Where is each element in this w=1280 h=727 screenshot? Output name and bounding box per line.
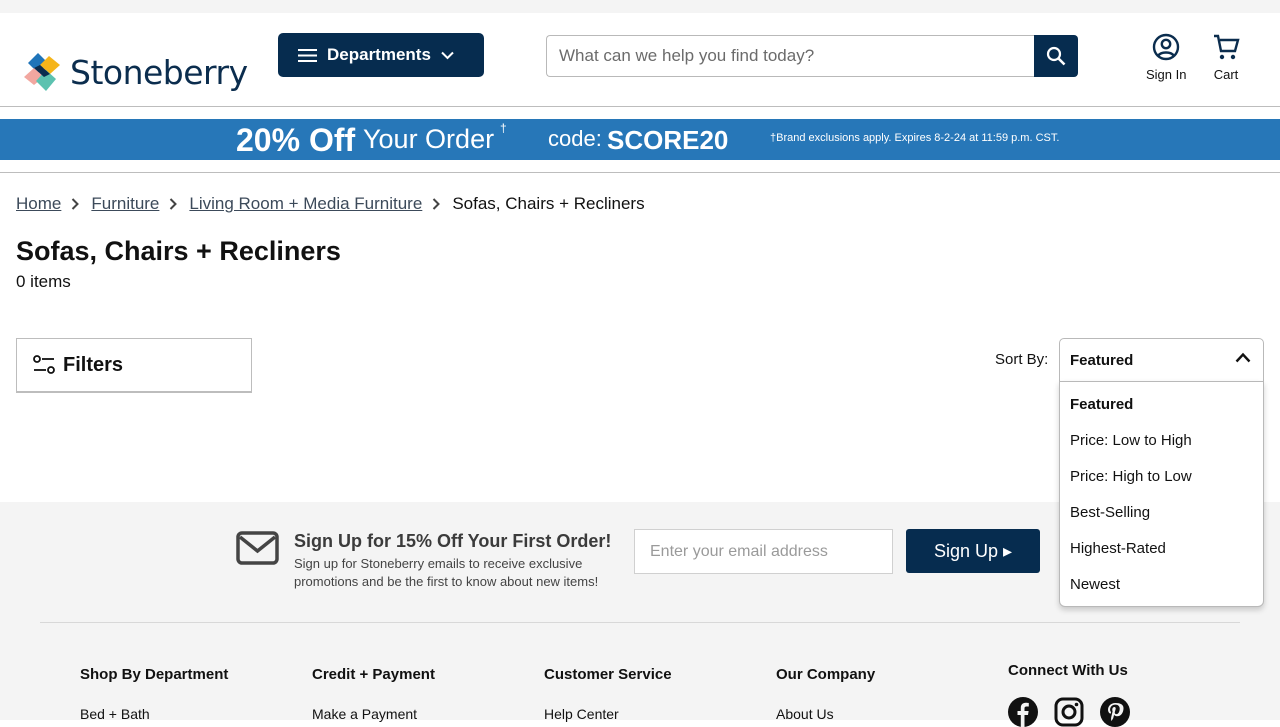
chevron-right-icon — [71, 198, 80, 210]
chevron-down-icon — [441, 51, 454, 59]
stoneberry-logo[interactable]: Stoneberry — [24, 51, 248, 93]
breadcrumb-home[interactable]: Home — [16, 194, 61, 214]
footer-column-service: Customer Service Help Center — [544, 666, 672, 722]
promo-banner[interactable]: 20% Off Your Order † code: SCORE20 †Bran… — [0, 119, 1280, 160]
sign-in-link[interactable]: Sign In — [1146, 33, 1186, 82]
promo-dagger: † — [500, 121, 507, 135]
breadcrumb-living-room[interactable]: Living Room + Media Furniture — [189, 194, 422, 214]
sort-option-price-low-high[interactable]: Price: Low to High — [1060, 423, 1263, 459]
sign-in-label: Sign In — [1146, 67, 1187, 82]
page-title: Sofas, Chairs + Recliners — [16, 236, 341, 266]
footer-heading: Connect With Us — [1008, 662, 1128, 679]
departments-label: Departments — [327, 45, 431, 64]
chevron-right-icon — [169, 198, 178, 210]
cart-link[interactable]: Cart — [1212, 33, 1240, 82]
footer-column-credit: Credit + Payment Make a Payment — [312, 666, 435, 722]
sort-selected-value: Featured — [1070, 351, 1134, 369]
breadcrumb-furniture[interactable]: Furniture — [91, 194, 159, 214]
footer-heading: Our Company — [776, 666, 876, 683]
instagram-icon[interactable] — [1054, 697, 1084, 727]
sort-option-newest[interactable]: Newest — [1060, 567, 1263, 603]
sort-dropdown-menu: Featured Price: Low to High Price: High … — [1059, 381, 1264, 607]
sort-select[interactable]: Featured — [1059, 338, 1264, 382]
sign-up-button[interactable]: Sign Up ▸ — [906, 529, 1040, 573]
footer-heading: Credit + Payment — [312, 666, 435, 683]
facebook-icon[interactable] — [1008, 697, 1038, 727]
chevron-up-icon — [1235, 352, 1251, 363]
footer-heading: Customer Service — [544, 666, 672, 683]
footer-column-shop: Shop By Department Bed + Bath — [80, 666, 228, 722]
logo-mark-icon — [24, 53, 60, 91]
mail-icon — [236, 531, 279, 565]
email-field[interactable] — [634, 529, 893, 574]
search-button[interactable] — [1034, 35, 1078, 77]
sort-option-highest-rated[interactable]: Highest-Rated — [1060, 531, 1263, 567]
departments-button[interactable]: Departments — [278, 33, 484, 77]
promo-headline-suffix: Your Order — [363, 124, 495, 154]
divider — [0, 172, 1280, 173]
search-input[interactable] — [546, 35, 1034, 77]
signup-description: Sign up for Stoneberry emails to receive… — [294, 556, 599, 589]
logo-text: Stoneberry — [70, 52, 248, 92]
chevron-right-icon — [432, 198, 441, 210]
footer-heading: Shop By Department — [80, 666, 229, 683]
top-strip — [0, 0, 1280, 13]
promo-code: SCORE20 — [607, 125, 729, 155]
footer-column-connect: Connect With Us — [1008, 662, 1128, 679]
filters-button[interactable]: Filters — [16, 338, 252, 393]
search-bar — [546, 35, 1078, 77]
promo-fine-print: †Brand exclusions apply. Expires 8-2-24 … — [770, 132, 1060, 144]
sliders-icon — [33, 355, 55, 374]
footer-column-company: Our Company About Us — [776, 666, 875, 722]
filters-label: Filters — [63, 353, 124, 376]
promo-headline: 20% Off — [236, 122, 356, 158]
breadcrumb-current: Sofas, Chairs + Recliners — [452, 194, 645, 213]
site-header: Stoneberry Departments Sign In — [0, 13, 1280, 107]
sort-label: Sort By: — [995, 351, 1049, 368]
social-links — [1008, 697, 1130, 727]
account-icon — [1153, 33, 1180, 61]
breadcrumb: Home Furniture Living Room + Media Furni… — [16, 194, 645, 214]
cart-label: Cart — [1213, 67, 1239, 82]
sort-option-price-high-low[interactable]: Price: High to Low — [1060, 459, 1263, 495]
sort-option-best-selling[interactable]: Best-Selling — [1060, 495, 1263, 531]
pinterest-icon[interactable] — [1100, 697, 1130, 727]
sort-option-featured[interactable]: Featured — [1060, 387, 1263, 423]
hamburger-menu-icon — [298, 48, 317, 62]
search-icon — [1046, 46, 1066, 66]
footer-divider — [40, 622, 1240, 623]
item-count: 0 items — [16, 272, 71, 291]
promo-code-label: code: — [548, 126, 602, 151]
cart-icon — [1214, 34, 1240, 60]
signup-title: Sign Up for 15% Off Your First Order! — [294, 531, 612, 551]
